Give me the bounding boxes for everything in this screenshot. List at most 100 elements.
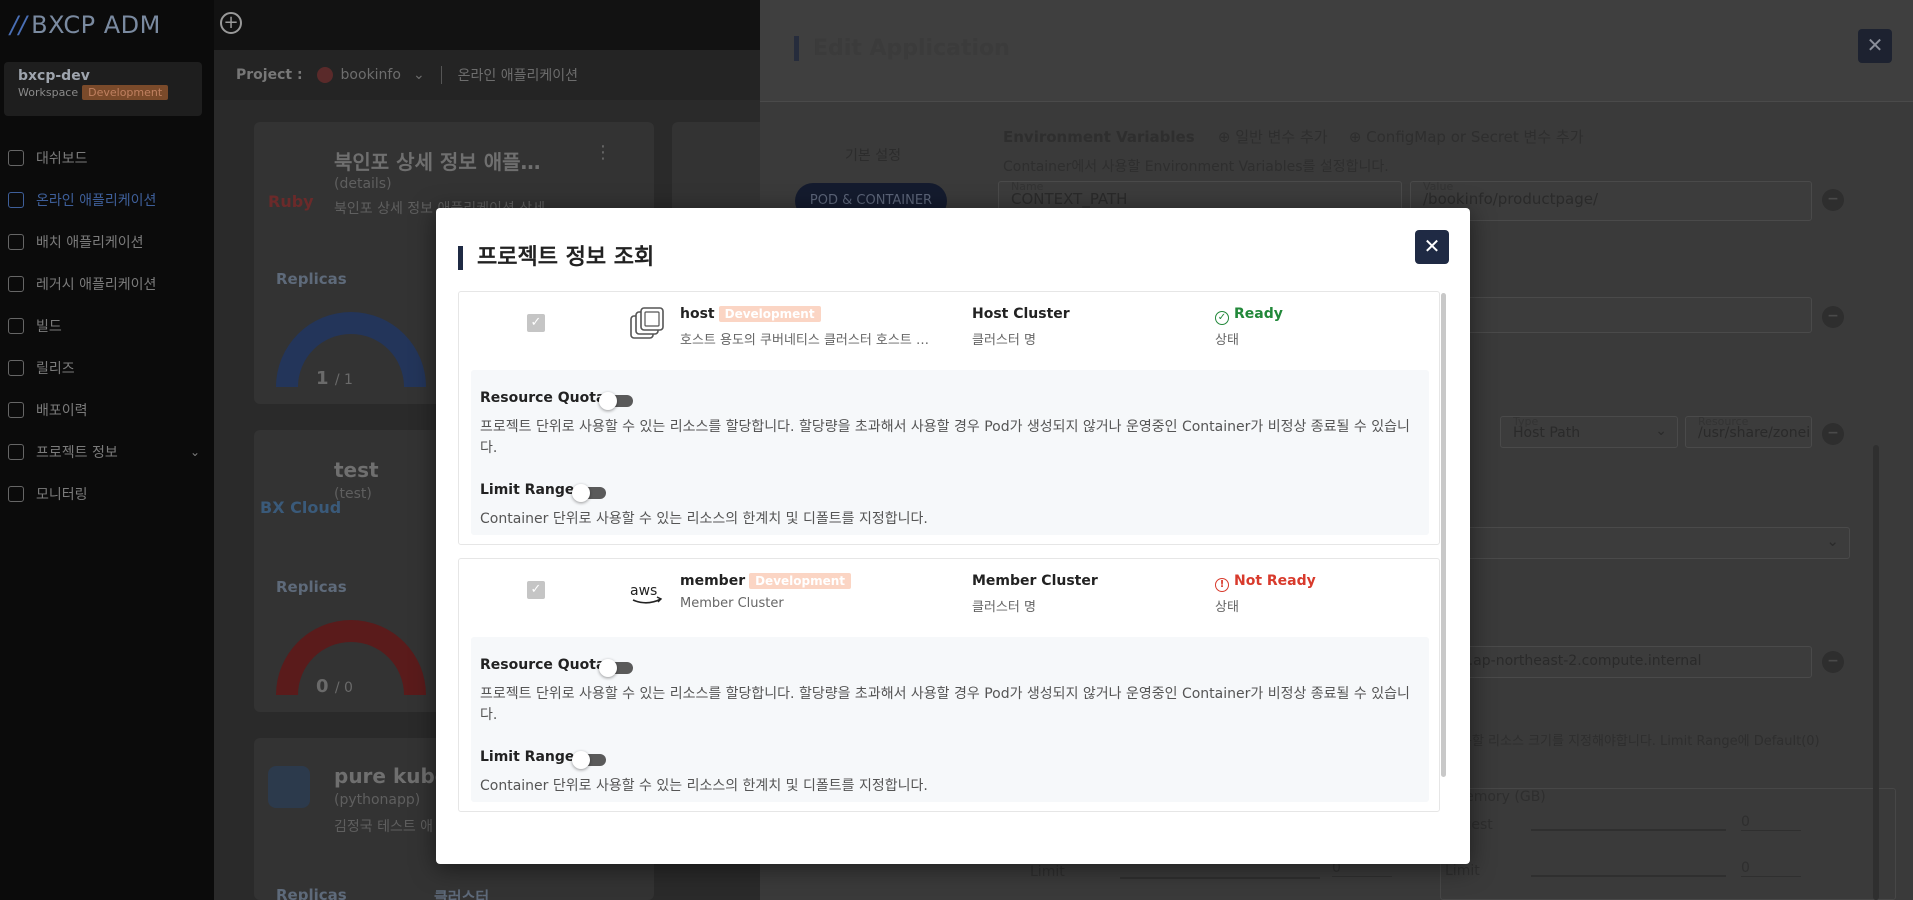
app-title: 북인포 상세 정보 애플…: [334, 150, 541, 174]
sidebar-item-label: 레거시 애플리케이션: [36, 277, 157, 293]
aws-icon: aws: [630, 583, 663, 604]
cluster-checkbox[interactable]: ✓: [527, 314, 545, 332]
cluster-status-label: 상태: [1215, 600, 1239, 615]
sidebar-item-monitoring[interactable]: 모니터링: [0, 473, 214, 515]
cluster-card-member: ✓ aws member Development Member Cluster M…: [458, 558, 1440, 812]
tab-basic-settings[interactable]: 기본 설정: [845, 145, 901, 165]
cluster-card-host: ✓ host Development 호스트 용도의 쿠버네티스 클러스터 호스트…: [458, 291, 1440, 545]
volume-resource-field[interactable]: Resource/usr/share/zoneinfo: [1685, 416, 1812, 448]
cluster-status: ✓ Ready: [1215, 306, 1283, 325]
workspace-selector[interactable]: bxcp-dev Workspace Development: [4, 62, 202, 116]
cluster-type-label: 클러스터 명: [972, 600, 1036, 615]
replicas-label: Replicas: [276, 886, 347, 900]
resource-quota-label: Resource Quota: [480, 390, 606, 406]
field-label: Type: [1513, 415, 1539, 428]
remove-host-button[interactable]: −: [1822, 651, 1844, 673]
limit-slider[interactable]: [1531, 875, 1726, 877]
limit-range-desc: Container 단위로 사용할 수 있는 리소스의 한계치 및 디폴트를 지…: [480, 511, 928, 527]
chevron-down-icon: ⌄: [189, 445, 200, 459]
limit-range-label: Limit Range: [480, 482, 575, 498]
request-value[interactable]: 0: [1741, 814, 1801, 831]
replicas-value: 0 / 0: [316, 676, 353, 697]
online-app-icon: [8, 192, 24, 208]
project-icon: [316, 67, 333, 83]
resource-quota-desc: 프로젝트 단위로 사용할 수 있는 리소스를 할당합니다. 할당량을 초과해서 …: [480, 686, 1410, 723]
sidebar-item-online-app[interactable]: 온라인 애플리케이션: [0, 179, 214, 221]
cluster-name: member Development: [680, 573, 852, 589]
field-label: Value: [1423, 180, 1454, 193]
cluster-type: Member Cluster: [972, 573, 1098, 589]
cluster-host-icon: [630, 307, 664, 339]
memory-panel: Memory (GB) equest 0 Limit 0: [1440, 788, 1896, 900]
sidebar-item-deploy-history[interactable]: 배포이력: [0, 389, 214, 431]
batch-app-icon: [8, 234, 24, 250]
legacy-app-icon: [8, 276, 24, 292]
close-icon: ✕: [1866, 33, 1884, 57]
sidebar-item-dashboard[interactable]: 대쉬보드: [0, 137, 214, 179]
more-icon[interactable]: ⋮: [594, 142, 612, 163]
cpu-limit-slider[interactable]: [1120, 877, 1320, 879]
remove-env-button[interactable]: −: [1822, 189, 1844, 211]
project-label: Project :: [236, 67, 303, 83]
limit-range-label: Limit Range: [480, 749, 575, 765]
close-icon: ✕: [1423, 234, 1441, 258]
volume-type-select[interactable]: Type Host Path ⌄: [1500, 415, 1678, 448]
cluster-options: Resource Quota 프로젝트 단위로 사용할 수 있는 리소스를 할당…: [471, 637, 1429, 802]
add-workspace-icon[interactable]: +: [220, 12, 242, 34]
add-configmap-button[interactable]: ConfigMap or Secret 변수 추가: [1366, 128, 1583, 146]
modal-body: ✓ host Development 호스트 용도의 쿠버네티스 클러스터 호스트…: [458, 291, 1448, 824]
dashboard-icon: [8, 150, 24, 166]
chevron-down-icon[interactable]: ⌄: [413, 67, 425, 83]
resource-quota-toggle[interactable]: [599, 659, 633, 677]
resource-quota-toggle[interactable]: [599, 392, 633, 410]
sidebar-item-label: 모니터링: [36, 487, 88, 503]
cluster-desc: 호스트 용도의 쿠버네티스 클러스터 호스트 …: [680, 333, 929, 348]
chevron-down-icon: ⌄: [1826, 532, 1839, 550]
remove-volume-button[interactable]: −: [1822, 306, 1844, 328]
python-logo: [268, 766, 310, 808]
add-env-button[interactable]: 일반 변수 추가: [1235, 128, 1327, 146]
limit-range-toggle[interactable]: [572, 751, 606, 769]
divider: [440, 66, 442, 84]
cluster-status: ! Not Ready: [1215, 573, 1316, 592]
replicas-label: Replicas: [276, 578, 347, 596]
drawer-header: Edit Application ✕: [760, 0, 1913, 102]
sidebar-item-label: 빌드: [36, 319, 62, 335]
ruby-logo: Ruby: [268, 192, 314, 211]
remove-volume-button[interactable]: −: [1822, 423, 1844, 445]
limit-range-desc: Container 단위로 사용할 수 있는 리소스의 한계치 및 디폴트를 지…: [480, 778, 928, 794]
brand-name: BXCP ADM: [31, 11, 161, 39]
sidebar-item-build[interactable]: 빌드: [0, 305, 214, 347]
modal-close-button[interactable]: ✕: [1415, 230, 1449, 264]
brand-logo[interactable]: //BXCP ADM: [0, 0, 214, 50]
env-value-field[interactable]: Value/bookinfo/productpage/: [1410, 180, 1812, 221]
resource-description: 용할 리소스 크기를 지정해야합니다. Limit Range에 Default…: [1460, 734, 1820, 749]
chevron-down-icon: ⌄: [1655, 423, 1667, 439]
limit-range-toggle[interactable]: [572, 484, 606, 502]
sidebar-item-batch-app[interactable]: 배치 애플리케이션: [0, 221, 214, 263]
drawer-scrollbar[interactable]: [1873, 445, 1879, 900]
sidebar-item-label: 대쉬보드: [36, 151, 88, 167]
release-icon: [8, 360, 24, 376]
project-info-modal: 프로젝트 정보 조회 ✕ ✓ host Development 호스트 용도의 쿠…: [436, 208, 1470, 864]
select-field[interactable]: ⌄: [1410, 527, 1850, 559]
limit-value[interactable]: 0: [1741, 860, 1801, 877]
cluster-status-label: 상태: [1215, 333, 1239, 348]
cluster-type: Host Cluster: [972, 306, 1070, 322]
check-circle-icon: ✓: [1215, 311, 1229, 325]
env-badge: Development: [718, 306, 821, 322]
sidebar-nav: 대쉬보드 온라인 애플리케이션 배치 애플리케이션 레거시 애플리케이션 빌드 …: [0, 137, 214, 515]
volume-field[interactable]: [1410, 297, 1812, 333]
cluster-checkbox[interactable]: ✓: [527, 581, 545, 599]
resource-quota-desc: 프로젝트 단위로 사용할 수 있는 리소스를 할당합니다. 할당량을 초과해서 …: [480, 419, 1410, 456]
host-field[interactable]: -7-225.ap-northeast-2.compute.internal: [1410, 646, 1812, 678]
drawer-close-button[interactable]: ✕: [1858, 29, 1892, 63]
app-id: (test): [334, 486, 372, 502]
cluster-type-label: 클러스터 명: [972, 333, 1036, 348]
project-select[interactable]: bookinfo: [341, 67, 401, 83]
sidebar-item-release[interactable]: 릴리즈: [0, 347, 214, 389]
app-title: pure kube: [334, 764, 449, 788]
sidebar-item-project-info[interactable]: 프로젝트 정보 ⌄: [0, 431, 214, 473]
request-slider[interactable]: [1531, 829, 1726, 831]
sidebar-item-legacy-app[interactable]: 레거시 애플리케이션: [0, 263, 214, 305]
